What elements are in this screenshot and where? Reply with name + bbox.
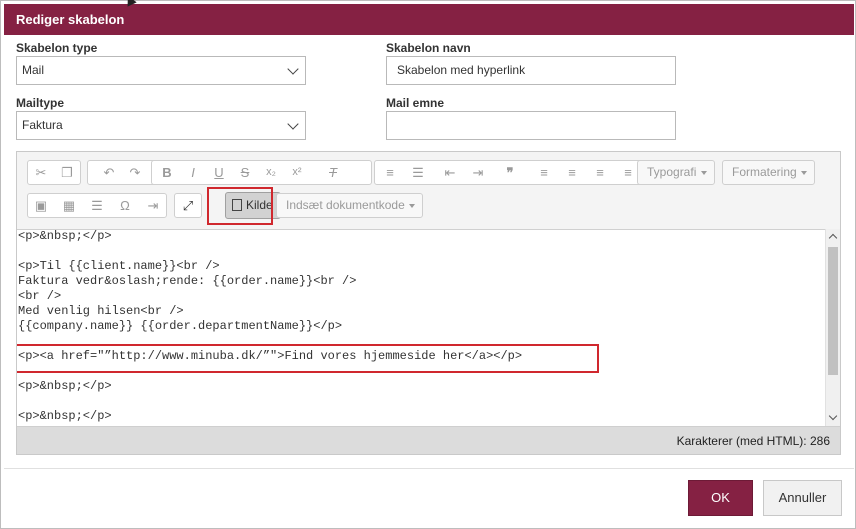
- source-code-area[interactable]: <p>&nbsp;</p> <p>Til {{client.name}}<br …: [17, 229, 825, 426]
- mailtype-select[interactable]: Faktura: [16, 111, 306, 140]
- italic-icon[interactable]: I: [180, 161, 206, 184]
- decrease-indent-icon[interactable]: ⇤: [437, 161, 463, 184]
- undo-icon[interactable]: ↶: [96, 161, 122, 184]
- vertical-scrollbar[interactable]: [825, 229, 840, 426]
- horizontal-line-icon[interactable]: ☰: [84, 194, 110, 217]
- dropdown-arrow-icon: [409, 204, 415, 208]
- edit-template-dialog: Rediger skabelon Skabelon type Mail Skab…: [0, 0, 856, 529]
- typography-dropdown[interactable]: Typografi: [637, 160, 715, 185]
- strikethrough-icon[interactable]: S: [232, 161, 258, 184]
- footer-divider: [4, 468, 854, 469]
- blockquote-icon[interactable]: ❞: [497, 161, 523, 184]
- bold-icon[interactable]: B: [154, 161, 180, 184]
- insert-group: ▣ ▦ ☰ Ω ⇥: [27, 193, 167, 218]
- template-type-value: Mail: [22, 63, 45, 77]
- code-line: Faktura vedr&oslash;rende: {{order.name}…: [18, 274, 357, 288]
- copy-icon[interactable]: ❐: [54, 161, 80, 184]
- code-line: <p>&nbsp;</p>: [18, 379, 112, 393]
- clipboard-group: ✂ ❐: [27, 160, 81, 185]
- scroll-up-icon[interactable]: [828, 233, 838, 243]
- rich-text-editor: ✂ ❐ ↶ ↷ B I U S x₂ x² T ≡ ☰ ⇤ ⇥ ❞ ≡ ≡ ≡ …: [16, 151, 841, 455]
- align-center-icon[interactable]: ≡: [559, 161, 585, 184]
- basic-styles-group: B I U S x₂ x² T: [151, 160, 372, 185]
- dialog-title: Rediger skabelon: [4, 4, 854, 35]
- cut-icon[interactable]: ✂: [28, 161, 54, 184]
- ok-button[interactable]: OK: [688, 480, 753, 516]
- template-type-select[interactable]: Mail: [16, 56, 306, 85]
- mailtype-label: Mailtype: [16, 96, 65, 110]
- code-line: <p>&nbsp;</p>: [18, 229, 112, 243]
- formatting-label: Formatering: [732, 165, 797, 179]
- chevron-down-icon: [287, 63, 299, 75]
- character-count: Karakterer (med HTML): 286: [17, 426, 840, 454]
- scroll-down-icon[interactable]: [828, 411, 838, 421]
- insert-document-code-dropdown[interactable]: Indsæt dokumentkode: [276, 193, 423, 218]
- align-left-icon[interactable]: ≡: [531, 161, 557, 184]
- formatting-dropdown[interactable]: Formatering: [722, 160, 815, 185]
- template-name-input[interactable]: Skabelon med hyperlink: [386, 56, 676, 85]
- mail-subject-input[interactable]: [386, 111, 676, 140]
- image-icon[interactable]: ▣: [28, 194, 54, 217]
- code-line: <br />: [18, 289, 62, 303]
- align-right-icon[interactable]: ≡: [587, 161, 613, 184]
- hyperlink-highlight-box: [17, 344, 599, 373]
- paragraph-group: ≡ ☰ ⇤ ⇥ ❞ ≡ ≡ ≡ ≡: [374, 160, 644, 185]
- cancel-button[interactable]: Annuller: [763, 480, 842, 516]
- underline-icon[interactable]: U: [206, 161, 232, 184]
- remove-format-icon[interactable]: T: [320, 161, 346, 184]
- mailtype-value: Faktura: [22, 118, 63, 132]
- mail-subject-label: Mail emne: [386, 96, 445, 110]
- redo-icon[interactable]: ↷: [122, 161, 148, 184]
- maximize-group: ⤢: [174, 193, 202, 218]
- numbered-list-icon[interactable]: ≡: [377, 161, 403, 184]
- maximize-icon[interactable]: ⤢: [175, 194, 201, 217]
- superscript-icon[interactable]: x²: [284, 161, 310, 184]
- code-line: Med venlig hilsen<br />: [18, 304, 184, 318]
- template-name-label: Skabelon navn: [386, 41, 471, 55]
- increase-indent-icon[interactable]: ⇥: [465, 161, 491, 184]
- template-type-label: Skabelon type: [16, 41, 98, 55]
- editor-toolbar: ✂ ❐ ↶ ↷ B I U S x₂ x² T ≡ ☰ ⇤ ⇥ ❞ ≡ ≡ ≡ …: [17, 152, 840, 230]
- code-line: {{company.name}} {{order.departmentName}…: [18, 319, 343, 333]
- table-icon[interactable]: ▦: [56, 194, 82, 217]
- page-break-icon[interactable]: ⇥: [140, 194, 166, 217]
- chevron-down-icon: [287, 118, 299, 130]
- code-line: <p>&nbsp;</p>: [18, 409, 112, 423]
- dropdown-arrow-icon: [801, 171, 807, 175]
- subscript-icon[interactable]: x₂: [258, 161, 284, 184]
- special-char-icon[interactable]: Ω: [112, 194, 138, 217]
- dropdown-arrow-icon: [701, 171, 707, 175]
- history-group: ↶ ↷: [87, 160, 159, 185]
- bulleted-list-icon[interactable]: ☰: [405, 161, 431, 184]
- insert-document-code-label: Indsæt dokumentkode: [286, 198, 405, 212]
- source-highlight-box: [207, 187, 273, 225]
- code-line: <p>Til {{client.name}}<br />: [18, 259, 220, 273]
- typography-label: Typografi: [647, 165, 697, 179]
- scrollbar-thumb[interactable]: [828, 247, 838, 375]
